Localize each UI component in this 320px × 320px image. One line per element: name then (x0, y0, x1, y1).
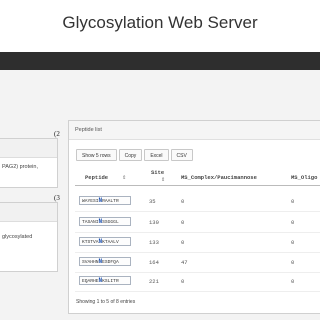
site-cell: 164 (149, 259, 159, 266)
column-header-label: Peptide (85, 174, 109, 181)
column-header-label: Site (151, 169, 165, 176)
oligo-cell: 0 (291, 278, 295, 285)
oligo-cell: 0 (291, 219, 295, 226)
peptide-sequence: TASANINSSGGGL (79, 217, 131, 226)
left-panel-glycosylation: glycosylated (0, 202, 58, 272)
show-rows-button[interactable]: Show 5 rows (76, 149, 117, 161)
site-cell: 221 (149, 278, 159, 285)
row-divider (75, 252, 320, 253)
left-panel-header (0, 203, 57, 222)
column-header-complex[interactable]: MS_Complex/Paucimannose (181, 174, 257, 181)
excel-button[interactable]: Excel (144, 149, 169, 161)
complex-cell: 0 (181, 239, 185, 246)
left-panel-text: glycosylated (2, 234, 33, 240)
app-header: Glycosylation Web Server (0, 0, 320, 52)
site-cell: 35 (149, 198, 156, 205)
site-cell: 133 (149, 239, 159, 246)
export-buttons: Show 5 rows Copy Excel CSV (76, 149, 195, 161)
site-cell: 130 (149, 219, 159, 226)
sort-icon[interactable]: ⇕ (122, 175, 126, 181)
table-info: Showing 1 to 5 of 8 entries (76, 299, 136, 305)
nav-bar (0, 52, 320, 70)
column-header-label: MS_Complex/Paucimannose (181, 174, 257, 181)
peptide-sequence: WAYESINRAALTR (79, 196, 131, 205)
oligo-cell: 0 (291, 259, 295, 266)
row-divider (75, 232, 320, 233)
csv-button[interactable]: CSV (170, 149, 193, 161)
column-header-site[interactable]: Site ⇕ (151, 169, 165, 183)
peptide-list-panel: Peptide list Show 5 rows Copy Excel CSV … (68, 120, 320, 314)
left-panel-protein: PAG2) protein, (0, 138, 58, 188)
column-header-label: MS_Oligo (291, 174, 318, 181)
header-divider (75, 185, 320, 186)
peptide-prefix: WAYESI (82, 199, 99, 204)
complex-cell: 0 (181, 219, 185, 226)
annotation-3: (3 (54, 194, 60, 202)
oligo-cell: 0 (291, 239, 295, 246)
peptide-suffix: SSGGGL (102, 220, 119, 225)
peptide-prefix: EQARHE (82, 279, 99, 284)
complex-cell: 0 (181, 278, 185, 285)
peptide-list-title: Peptide list (69, 121, 320, 140)
annotation-2: (2 (54, 130, 60, 138)
copy-button[interactable]: Copy (118, 149, 143, 161)
peptide-suffix: ESDFQA (102, 260, 119, 265)
peptide-prefix: KTSTVA (82, 240, 99, 245)
peptide-sequence: SVAHHNNESDFQA (79, 257, 131, 266)
peptide-prefix: TASANI (82, 220, 99, 225)
sort-icon[interactable]: ⇕ (161, 177, 165, 183)
left-panel-header (0, 139, 57, 158)
column-header-oligo[interactable]: MS_Oligo (291, 174, 317, 181)
complex-cell: 0 (181, 198, 185, 205)
row-divider (75, 272, 320, 273)
row-divider (75, 291, 320, 292)
peptide-suffix: RAALTR (102, 199, 119, 204)
complex-cell: 47 (181, 259, 188, 266)
oligo-cell: 0 (291, 198, 295, 205)
peptide-suffix: KSLITR (102, 279, 119, 284)
column-header-peptide[interactable]: Peptide ⇕ (85, 174, 126, 181)
peptide-suffix: KTAALV (102, 240, 119, 245)
peptide-sequence: KTSTVANKTAALV (79, 237, 131, 246)
left-panel-text: PAG2) protein, (2, 164, 38, 170)
row-divider (75, 211, 320, 212)
peptide-prefix: SVAHHN (82, 260, 99, 265)
peptide-sequence: EQARHENKSLITR (79, 276, 131, 285)
page-title: Glycosylation Web Server (62, 13, 258, 32)
